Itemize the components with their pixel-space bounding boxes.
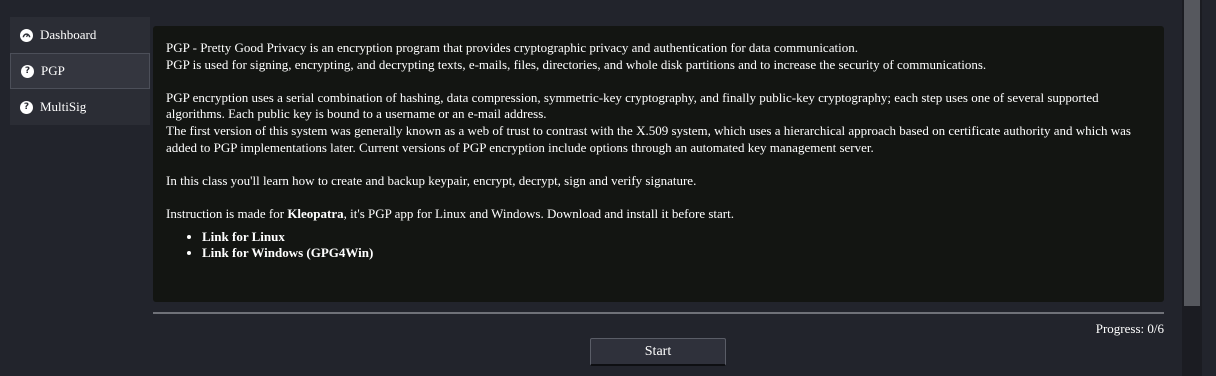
class-summary: In this class you'll learn how to create… [166, 172, 697, 188]
sidebar-item-label: PGP [41, 63, 65, 78]
progress-text: Progress: 0/6 [1095, 321, 1164, 336]
instruction-prefix: Instruction is made for [166, 205, 288, 221]
app-root: Dashboard ? PGP ? MultiSig PGP - Pretty … [0, 0, 1216, 376]
lesson-content-panel: PGP - Pretty Good Privacy is an encrypti… [153, 26, 1164, 302]
link-windows[interactable]: Link for Windows (GPG4Win) [202, 245, 1152, 262]
history-paragraph: The first version of this system was gen… [166, 122, 1131, 155]
question-icon: ? [21, 64, 34, 78]
instruction-suffix: , it's PGP app for Linux and Windows. Do… [343, 205, 734, 221]
sidebar: Dashboard ? PGP ? MultiSig [10, 17, 150, 125]
app-name: Kleopatra [287, 205, 344, 221]
window-edge [1202, 0, 1216, 376]
sidebar-item-dashboard[interactable]: Dashboard [10, 17, 150, 53]
sidebar-item-label: Dashboard [40, 27, 97, 42]
divider [153, 312, 1164, 314]
sidebar-item-pgp[interactable]: ? PGP [10, 53, 150, 89]
sidebar-item-label: MultiSig [40, 99, 87, 114]
encryption-paragraph: PGP encryption uses a serial combination… [166, 89, 1099, 122]
intro-line-2: PGP is used for signing, encrypting, and… [166, 56, 987, 72]
sidebar-item-multisig[interactable]: ? MultiSig [10, 89, 150, 125]
intro-line-1: PGP - Pretty Good Privacy is an encrypti… [166, 40, 858, 55]
scrollbar-thumb[interactable] [1184, 0, 1200, 306]
question-icon: ? [20, 100, 33, 114]
start-button[interactable]: Start [590, 338, 726, 366]
dashboard-icon [20, 28, 33, 42]
instruction-text: Instruction is made for Kleopatra, it's … [166, 206, 1152, 223]
download-links: Link for Linux Link for Windows (GPG4Win… [166, 229, 1152, 262]
link-linux[interactable]: Link for Linux [202, 229, 1152, 246]
